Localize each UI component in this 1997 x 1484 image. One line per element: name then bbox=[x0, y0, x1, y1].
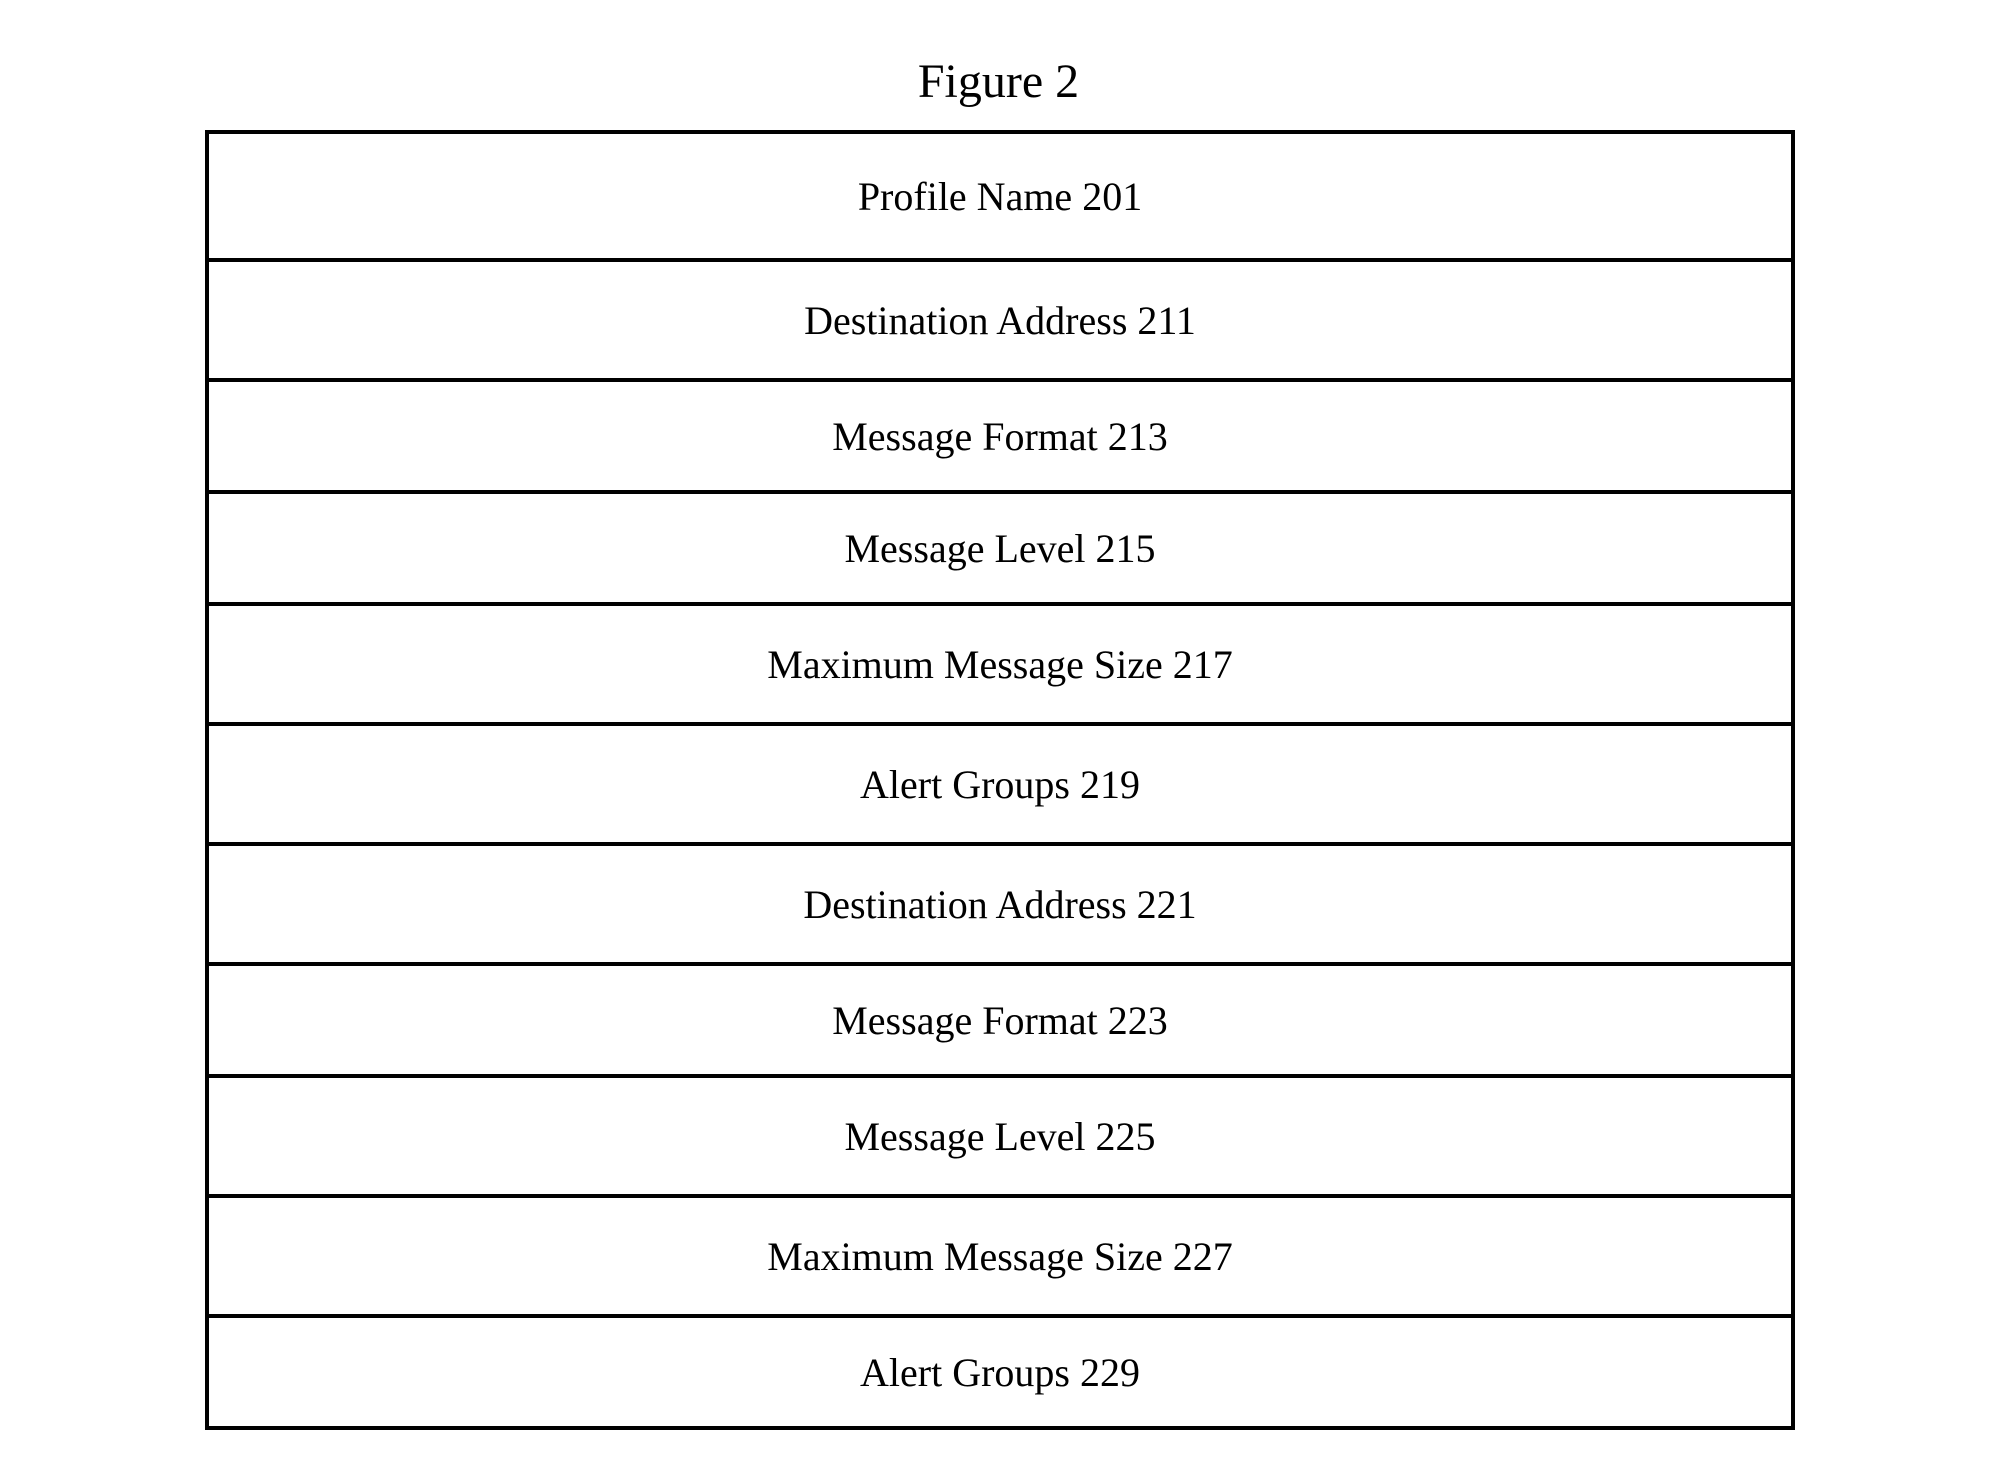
row-label: Maximum Message Size 227 bbox=[767, 1233, 1233, 1280]
row-label: Profile Name 201 bbox=[858, 173, 1142, 220]
table-row: Destination Address 211 bbox=[209, 262, 1791, 382]
row-label: Destination Address 221 bbox=[803, 881, 1196, 928]
table-row: Alert Groups 229 bbox=[209, 1318, 1791, 1430]
table-row: Profile Name 201 bbox=[209, 134, 1791, 262]
table-row: Maximum Message Size 227 bbox=[209, 1198, 1791, 1318]
table-row: Message Level 215 bbox=[209, 494, 1791, 606]
row-label: Alert Groups 219 bbox=[860, 761, 1140, 808]
table-row: Destination Address 221 bbox=[209, 846, 1791, 966]
row-label: Alert Groups 229 bbox=[860, 1349, 1140, 1396]
profile-fields-table: Profile Name 201 Destination Address 211… bbox=[205, 130, 1795, 1430]
table-row: Message Format 223 bbox=[209, 966, 1791, 1078]
row-label: Message Level 225 bbox=[844, 1113, 1155, 1160]
row-label: Message Level 215 bbox=[844, 525, 1155, 572]
table-row: Message Level 225 bbox=[209, 1078, 1791, 1198]
table-row: Message Format 213 bbox=[209, 382, 1791, 494]
row-label: Message Format 213 bbox=[832, 413, 1168, 460]
page: Figure 2 Profile Name 201 Destination Ad… bbox=[0, 0, 1997, 1484]
table-row: Maximum Message Size 217 bbox=[209, 606, 1791, 726]
row-label: Message Format 223 bbox=[832, 997, 1168, 1044]
row-label: Maximum Message Size 217 bbox=[767, 641, 1233, 688]
table-row: Alert Groups 219 bbox=[209, 726, 1791, 846]
row-label: Destination Address 211 bbox=[804, 297, 1196, 344]
figure-title: Figure 2 bbox=[0, 54, 1997, 109]
